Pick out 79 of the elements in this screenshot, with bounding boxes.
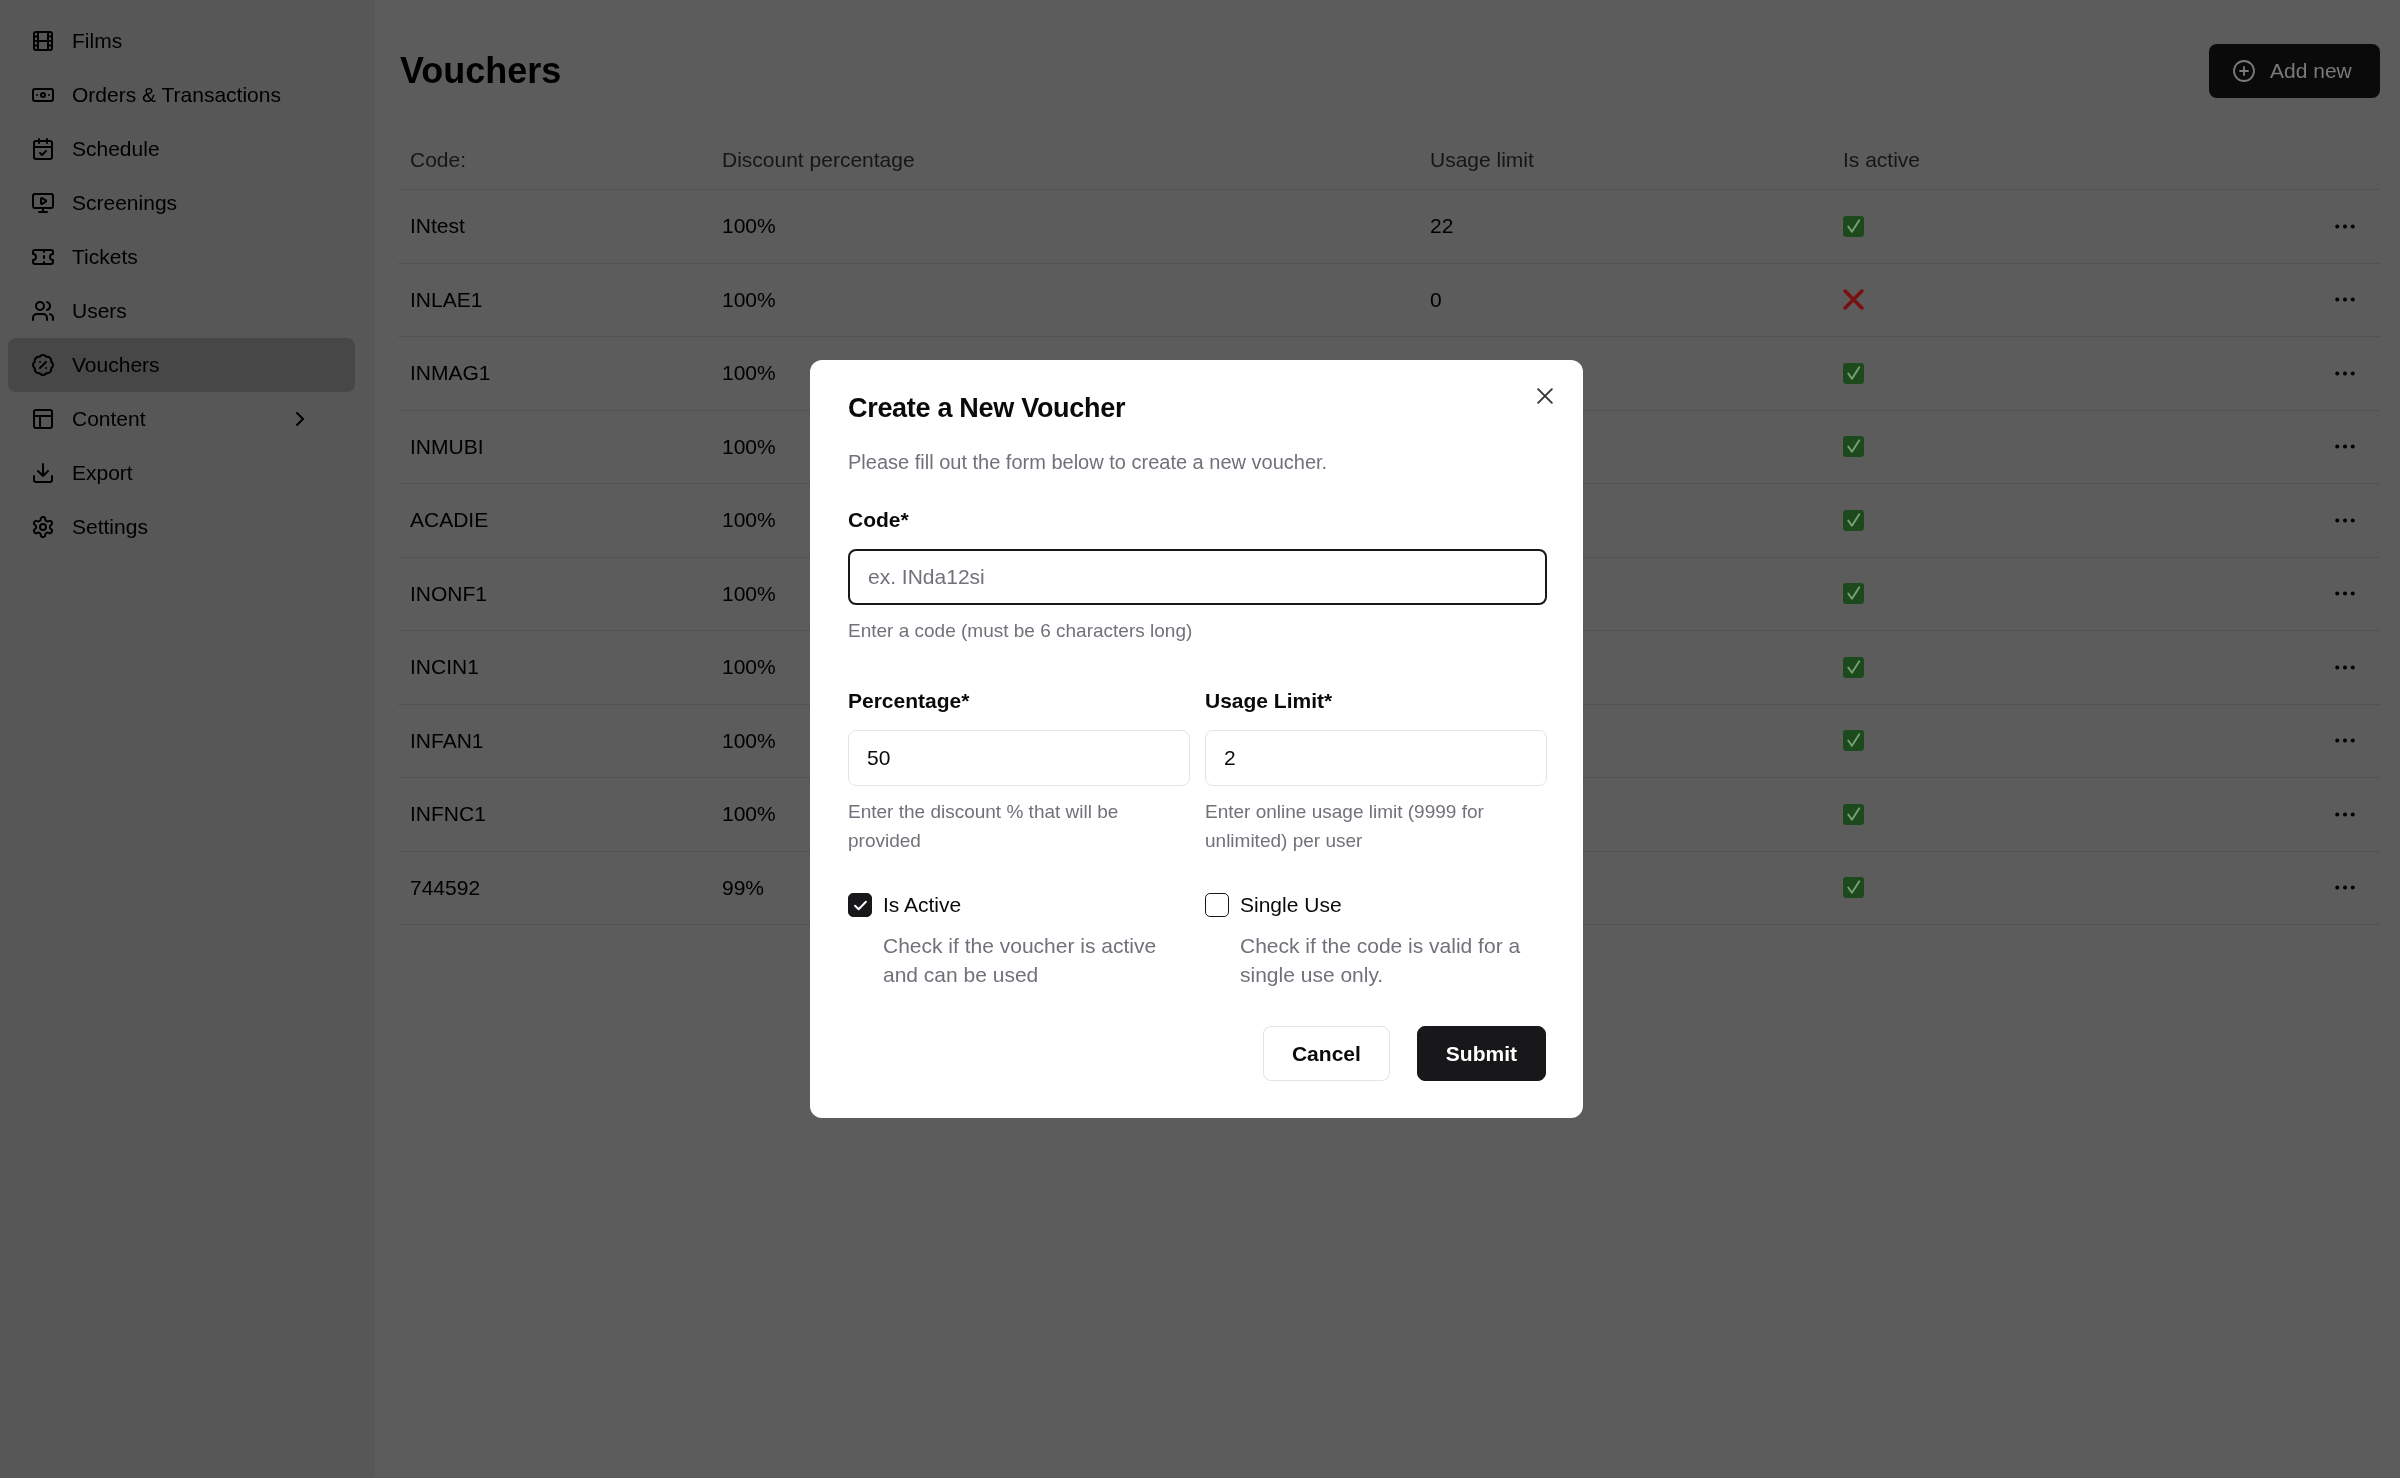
- page-title: Vouchers: [400, 50, 562, 92]
- cancel-button[interactable]: Cancel: [1262, 1026, 1390, 1081]
- table-cell: INONF1: [410, 581, 487, 606]
- table-cell: 100%: [722, 728, 776, 753]
- sidebar-item[interactable]: Settings: [8, 500, 355, 554]
- sidebar-item[interactable]: Screenings: [8, 176, 355, 230]
- column-header: Discount percentage: [722, 147, 915, 172]
- checkbox-label: Is Active: [883, 893, 962, 917]
- checkbox-description: Check if the code is valid for a single use only.: [1239, 933, 1522, 988]
- film-icon: [32, 30, 54, 52]
- field-hint: Enter a code (must be 6 characters long): [848, 619, 1193, 643]
- table-cell: INFAN1: [410, 728, 484, 753]
- field-label: Usage Limit*: [1205, 688, 1333, 714]
- more-icon[interactable]: [2335, 223, 2355, 229]
- layout-icon: [32, 408, 54, 430]
- text-field[interactable]: ex. INda12si: [848, 549, 1547, 605]
- table-cell: 100%: [722, 802, 776, 827]
- table-cell: 99%: [722, 875, 765, 900]
- checkbox[interactable]: [1205, 893, 1229, 917]
- column-header: Code:: [410, 147, 467, 172]
- monitor-play-icon: [32, 192, 54, 214]
- dialog-description: Please fill out the form below to create a new voucher.: [848, 450, 1329, 475]
- settings-icon: [32, 516, 54, 538]
- sidebar-item[interactable]: Films: [8, 14, 355, 68]
- sidebar-item[interactable]: Vouchers: [8, 338, 355, 392]
- sidebar-item[interactable]: Users: [8, 284, 355, 338]
- field-label: Percentage*: [848, 688, 970, 714]
- submit-button[interactable]: Submit: [1416, 1026, 1546, 1081]
- dialog-title: Create a New Voucher: [848, 392, 1127, 424]
- sidebar-item[interactable]: Export: [8, 446, 355, 500]
- field-hint: Enter online usage limit (9999 for unlimited) per user: [1205, 800, 1485, 853]
- table-cell: 100%: [722, 581, 776, 606]
- more-icon[interactable]: [2335, 811, 2355, 817]
- table-cell: INLAE1: [410, 287, 483, 312]
- add-new-button[interactable]: Add new: [2209, 44, 2380, 98]
- checkbox-label: Single Use: [1240, 893, 1342, 917]
- table-cell: 100%: [722, 434, 776, 459]
- more-icon[interactable]: [2335, 591, 2355, 597]
- users-icon: [32, 300, 54, 322]
- column-header: Is active: [1843, 147, 1921, 172]
- table-cell: ACADIE: [410, 508, 489, 533]
- download-icon: [32, 462, 54, 484]
- table-cell: 100%: [722, 508, 776, 533]
- table-cell: INtest: [410, 214, 465, 239]
- plus-circle-icon: [2233, 60, 2255, 82]
- table-cell: 100%: [722, 287, 776, 312]
- table-cell: INCIN1: [410, 655, 479, 680]
- text-field[interactable]: 50: [848, 730, 1190, 786]
- more-icon[interactable]: [2335, 444, 2355, 450]
- sidebar-item[interactable]: Schedule: [8, 122, 355, 176]
- sidebar-item[interactable]: Orders & Transactions: [8, 68, 355, 122]
- close-icon[interactable]: [1537, 388, 1553, 404]
- more-icon[interactable]: [2335, 738, 2355, 744]
- table-cell: 0: [1430, 287, 1442, 312]
- table-cell: INMUBI: [410, 434, 484, 459]
- text-field[interactable]: 2: [1205, 730, 1547, 786]
- more-icon[interactable]: [2335, 664, 2355, 670]
- checkbox[interactable]: [848, 893, 872, 917]
- more-icon[interactable]: [2335, 370, 2355, 376]
- table-cell: 100%: [722, 214, 776, 239]
- table-cell: 744592: [410, 875, 481, 900]
- ticket-icon: [32, 246, 54, 268]
- table-cell: INFNC1: [410, 802, 486, 827]
- sidebar-item[interactable]: Tickets: [8, 230, 355, 284]
- more-icon[interactable]: [2335, 517, 2355, 523]
- field-label: Code*: [848, 507, 909, 533]
- badge-percent-icon: [32, 354, 54, 376]
- checkbox-description: Check if the voucher is active and can be used: [882, 933, 1158, 988]
- table-cell: INMAG1: [410, 361, 491, 386]
- more-icon[interactable]: [2335, 297, 2355, 303]
- more-icon[interactable]: [2335, 885, 2355, 891]
- table-cell: 100%: [722, 655, 776, 680]
- sidebar-item[interactable]: Content: [8, 392, 355, 446]
- field-hint: Enter the discount % that will be provided: [848, 800, 1120, 853]
- calendar-check-icon: [32, 138, 54, 160]
- table-cell: 22: [1430, 214, 1454, 239]
- tick-icon: [853, 899, 867, 911]
- column-header: Usage limit: [1430, 147, 1534, 172]
- table-cell: 100%: [722, 361, 776, 386]
